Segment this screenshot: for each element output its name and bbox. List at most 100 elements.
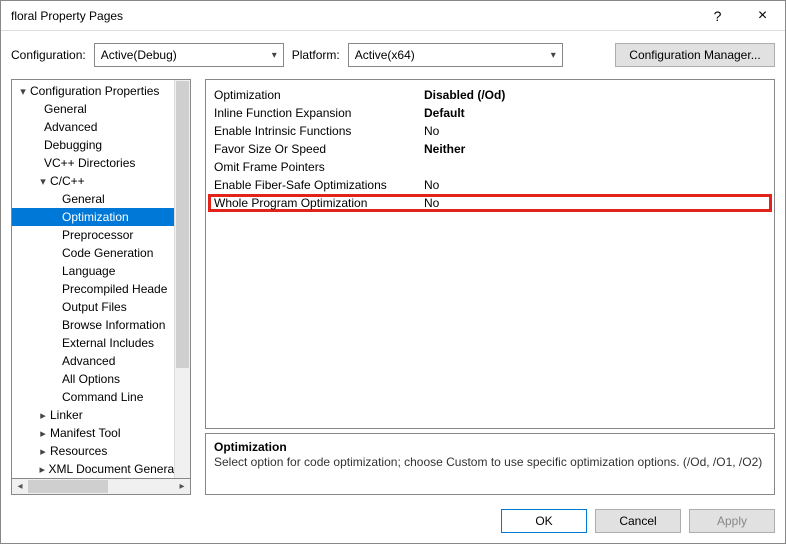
tree-item[interactable]: Language: [12, 262, 174, 280]
property-row[interactable]: Enable Fiber-Safe OptimizationsNo: [214, 176, 766, 194]
tree-item-label: Advanced: [44, 120, 97, 134]
tree-arrow-icon: ▾: [16, 85, 30, 98]
tree-panel: ▾Configuration PropertiesGeneralAdvanced…: [11, 79, 191, 479]
tree-item[interactable]: General: [12, 190, 174, 208]
description-body: Select option for code optimization; cho…: [214, 455, 766, 469]
property-grid[interactable]: OptimizationDisabled (/Od)Inline Functio…: [205, 79, 775, 429]
tree-item[interactable]: VC++ Directories: [12, 154, 174, 172]
tree-item-label: VC++ Directories: [44, 156, 135, 170]
tree-item[interactable]: All Options: [12, 370, 174, 388]
tree-root[interactable]: ▾Configuration Properties: [12, 82, 174, 100]
chevron-down-icon: ▾: [551, 50, 556, 61]
property-row[interactable]: OptimizationDisabled (/Od): [214, 86, 766, 104]
tree-item[interactable]: ▸Manifest Tool: [12, 424, 174, 442]
tree-arrow-icon: ▸: [36, 427, 50, 440]
chevron-down-icon: ▾: [272, 50, 277, 61]
close-button[interactable]: ×: [740, 1, 785, 31]
property-row[interactable]: Enable Intrinsic FunctionsNo: [214, 122, 766, 140]
tree-arrow-icon: ▸: [36, 409, 50, 422]
tree-item[interactable]: Preprocessor: [12, 226, 174, 244]
tree-arrow-icon: ▸: [36, 445, 50, 458]
tree-item[interactable]: Advanced: [12, 352, 174, 370]
property-value: Disabled (/Od): [424, 88, 766, 102]
configuration-label: Configuration:: [11, 48, 86, 62]
toolbar: Configuration: Active(Debug) ▾ Platform:…: [1, 31, 785, 79]
property-value: No: [424, 124, 766, 138]
configuration-select[interactable]: Active(Debug) ▾: [94, 43, 284, 67]
window-title: floral Property Pages: [11, 9, 695, 23]
tree-item-label: Preprocessor: [62, 228, 133, 242]
tree-item-label: C/C++: [50, 174, 85, 188]
tree-item[interactable]: ▸Resources: [12, 442, 174, 460]
horizontal-scrollbar[interactable]: ◂ ▸: [11, 479, 191, 495]
titlebar: floral Property Pages ? ×: [1, 1, 785, 31]
configuration-value: Active(Debug): [101, 48, 177, 62]
scroll-left-icon[interactable]: ◂: [12, 481, 28, 492]
platform-label: Platform:: [292, 48, 340, 62]
tree-item[interactable]: Optimization: [12, 208, 174, 226]
configuration-tree[interactable]: ▾Configuration PropertiesGeneralAdvanced…: [12, 80, 174, 478]
property-value: No: [424, 196, 769, 210]
tree-item[interactable]: Command Line: [12, 388, 174, 406]
description-panel: Optimization Select option for code opti…: [205, 433, 775, 495]
property-name: Enable Intrinsic Functions: [214, 124, 424, 138]
cancel-button[interactable]: Cancel: [595, 509, 681, 533]
tree-item[interactable]: Precompiled Heade: [12, 280, 174, 298]
property-row[interactable]: Whole Program OptimizationNo: [208, 194, 772, 212]
tree-item[interactable]: ▸XML Document Genera: [12, 460, 174, 478]
apply-button[interactable]: Apply: [689, 509, 775, 533]
tree-ccpp[interactable]: ▾C/C++: [12, 172, 174, 190]
property-name: Enable Fiber-Safe Optimizations: [214, 178, 424, 192]
property-row[interactable]: Favor Size Or SpeedNeither: [214, 140, 766, 158]
tree-item-label: Debugging: [44, 138, 102, 152]
platform-select[interactable]: Active(x64) ▾: [348, 43, 563, 67]
property-value: Default: [424, 106, 766, 120]
description-title: Optimization: [214, 440, 766, 454]
ok-button[interactable]: OK: [501, 509, 587, 533]
property-value: Neither: [424, 142, 766, 156]
property-name: Omit Frame Pointers: [214, 160, 424, 174]
property-name: Inline Function Expansion: [214, 106, 424, 120]
tree-item[interactable]: Advanced: [12, 118, 174, 136]
help-button[interactable]: ?: [695, 1, 740, 31]
tree-item-label: Output Files: [62, 300, 127, 314]
tree-item-label: Linker: [50, 408, 83, 422]
tree-item[interactable]: Code Generation: [12, 244, 174, 262]
tree-arrow-icon: ▾: [36, 175, 50, 188]
property-name: Optimization: [214, 88, 424, 102]
tree-item-label: Precompiled Heade: [62, 282, 167, 296]
tree-item-label: All Options: [62, 372, 120, 386]
configuration-manager-button[interactable]: Configuration Manager...: [615, 43, 775, 67]
tree-item-label: Configuration Properties: [30, 84, 159, 98]
tree-item[interactable]: External Includes: [12, 334, 174, 352]
tree-item-label: Language: [62, 264, 115, 278]
tree-item-label: Advanced: [62, 354, 115, 368]
property-pages-window: floral Property Pages ? × Configuration:…: [0, 0, 786, 544]
tree-item-label: Code Generation: [62, 246, 153, 260]
property-name: Whole Program Optimization: [214, 196, 424, 210]
tree-item[interactable]: Debugging: [12, 136, 174, 154]
tree-item[interactable]: Output Files: [12, 298, 174, 316]
property-name: Favor Size Or Speed: [214, 142, 424, 156]
content-area: ▾Configuration PropertiesGeneralAdvanced…: [1, 79, 785, 499]
vertical-scrollbar[interactable]: [174, 80, 190, 478]
scroll-right-icon[interactable]: ▸: [174, 481, 190, 492]
tree-item[interactable]: ▸Linker: [12, 406, 174, 424]
tree-item-label: Resources: [50, 444, 107, 458]
tree-item-label: General: [62, 192, 105, 206]
tree-item-label: Command Line: [62, 390, 143, 404]
tree-item[interactable]: General: [12, 100, 174, 118]
platform-value: Active(x64): [355, 48, 415, 62]
tree-item[interactable]: Browse Information: [12, 316, 174, 334]
property-row[interactable]: Omit Frame Pointers: [214, 158, 766, 176]
tree-arrow-icon: ▸: [36, 463, 49, 476]
tree-item-label: Manifest Tool: [50, 426, 120, 440]
property-row[interactable]: Inline Function ExpansionDefault: [214, 104, 766, 122]
tree-item-label: General: [44, 102, 87, 116]
tree-item-label: Optimization: [62, 210, 129, 224]
tree-item-label: XML Document Genera: [49, 462, 175, 476]
dialog-footer: OK Cancel Apply: [1, 499, 785, 543]
tree-item-label: External Includes: [62, 336, 154, 350]
property-value: No: [424, 178, 766, 192]
tree-item-label: Browse Information: [62, 318, 165, 332]
